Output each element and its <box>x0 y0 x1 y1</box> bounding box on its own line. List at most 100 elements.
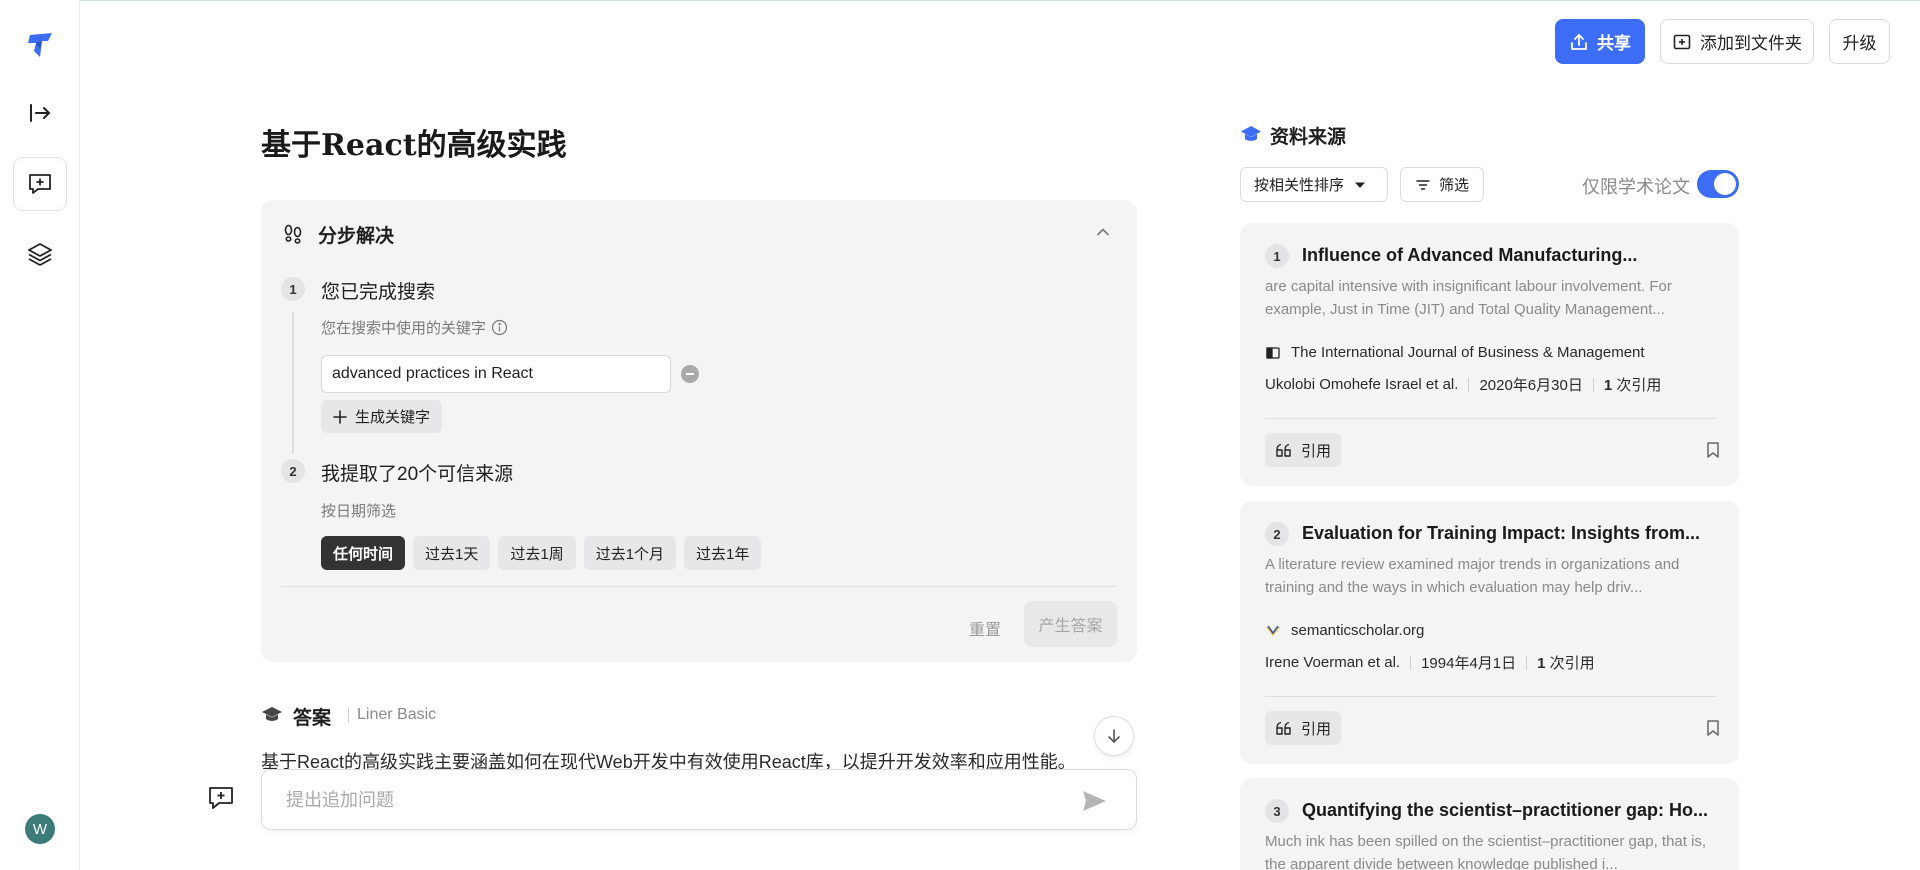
cite-label: 引用 <box>1301 720 1332 738</box>
source-authors: Ukolobi Omohefe Israel et al. <box>1265 376 1459 393</box>
expand-sidebar-icon <box>30 104 51 122</box>
generate-keywords-button[interactable]: 生成关键字 <box>321 400 443 433</box>
date-chip-1-month[interactable]: 过去1个月 <box>583 536 677 570</box>
filter-label: 筛选 <box>1438 177 1469 194</box>
quote-icon <box>1276 443 1291 457</box>
date-chip-any[interactable]: 任何时间 <box>321 536 406 570</box>
follow-up-input[interactable] <box>286 788 1046 812</box>
date-filter-chips: 任何时间 过去1天 过去1周 过去1个月 过去1年 <box>321 536 762 570</box>
source-title[interactable]: Quantifying the scientist–practitioner g… <box>1302 800 1722 821</box>
generate-answer-button[interactable]: 产生答案 <box>1024 601 1117 647</box>
filter-icon <box>1416 179 1430 190</box>
new-chat-button[interactable] <box>13 157 67 211</box>
source-venue: semanticscholar.org <box>1265 622 1424 639</box>
scroll-down-button[interactable] <box>1094 716 1134 756</box>
expand-sidebar-button[interactable] <box>13 86 67 140</box>
source-title[interactable]: Influence of Advanced Manufacturing... <box>1302 245 1722 266</box>
citation-suffix: 次引用 <box>1616 377 1662 394</box>
citation-suffix: 次引用 <box>1549 655 1595 672</box>
answer-title: 答案 <box>293 708 332 729</box>
step-2-title: 我提取了20个可信来源 <box>321 464 514 485</box>
source-venue-name: semanticscholar.org <box>1291 622 1425 639</box>
source-authors: Irene Voerman et al. <box>1265 654 1401 671</box>
keywords-label-text: 您在搜索中使用的关键字 <box>321 320 487 337</box>
source-card: 2 Evaluation for Training Impact: Insigh… <box>1240 501 1739 764</box>
source-number: 2 <box>1265 522 1289 546</box>
liner-logo-icon[interactable] <box>22 27 58 63</box>
cite-button[interactable]: 引用 <box>1265 433 1342 467</box>
date-filter-label-text: 按日期筛选 <box>321 503 397 520</box>
source-venue-name: The International Journal of Business & … <box>1291 344 1645 361</box>
sources-title: 资料来源 <box>1270 127 1347 148</box>
journal-icon <box>1266 346 1280 359</box>
academic-only-toggle[interactable] <box>1697 170 1739 198</box>
step-by-step-panel: 分步解决 1 您已完成搜索 您在搜索中使用的关键字 生成关键字 2 我提取了20… <box>261 200 1137 662</box>
cite-label: 引用 <box>1301 442 1332 460</box>
academic-only-label: 仅限学术论文 <box>1582 177 1690 197</box>
meta-separator <box>1526 655 1528 670</box>
add-to-folder-label: 添加到文件夹 <box>1700 34 1802 53</box>
info-icon[interactable] <box>491 319 508 336</box>
chevron-up-icon[interactable] <box>1093 222 1113 242</box>
answer-separator <box>348 708 349 723</box>
date-chip-1-day[interactable]: 过去1天 <box>413 536 491 570</box>
new-chat-icon <box>29 174 51 194</box>
step-number-1: 1 <box>281 277 305 301</box>
avatar[interactable]: W <box>25 814 55 844</box>
share-button[interactable]: 共享 <box>1555 19 1645 64</box>
left-rail: W <box>0 0 80 870</box>
graduation-cap-blue-icon <box>1241 126 1261 141</box>
citation-count: 1 <box>1537 655 1546 672</box>
avatar-initial: W <box>32 820 48 838</box>
source-snippet: Much ink has been spilled on the scienti… <box>1265 833 1707 870</box>
remove-keyword-button[interactable] <box>681 365 699 383</box>
sort-label: 按相关性排序 <box>1254 177 1345 194</box>
generate-keywords-label: 生成关键字 <box>355 409 431 426</box>
sort-dropdown[interactable]: 按相关性排序 <box>1240 167 1388 202</box>
source-snippet: are capital intensive with insignificant… <box>1265 278 1672 318</box>
source-meta: Irene Voerman et al. 1994年4月1日 1 次引用 <box>1265 652 1595 673</box>
semantic-scholar-icon <box>1266 625 1280 636</box>
source-meta: Ukolobi Omohefe Israel et al. 2020年6月30日… <box>1265 374 1661 395</box>
arrow-down-icon <box>1108 729 1120 744</box>
page-title: 基于React的高级实践 <box>261 128 567 163</box>
filter-button[interactable]: 筛选 <box>1400 167 1484 202</box>
source-venue: The International Journal of Business & … <box>1265 344 1645 361</box>
caret-down-icon <box>1355 182 1366 188</box>
date-chip-1-week[interactable]: 过去1周 <box>498 536 576 570</box>
bookmark-icon[interactable] <box>1703 440 1723 460</box>
step-1-title: 您已完成搜索 <box>321 282 436 303</box>
cite-button[interactable]: 引用 <box>1265 711 1342 745</box>
source-title[interactable]: Evaluation for Training Impact: Insights… <box>1302 523 1722 544</box>
upgrade-button[interactable]: 升级 <box>1829 19 1890 64</box>
add-to-folder-button[interactable]: 添加到文件夹 <box>1660 19 1814 64</box>
citation-count: 1 <box>1603 377 1613 394</box>
step-number-2: 2 <box>281 459 305 483</box>
share-icon <box>1571 33 1587 50</box>
quote-icon <box>1276 721 1291 735</box>
date-chip-1-year[interactable]: 过去1年 <box>684 536 762 570</box>
source-date: 2020年6月30日 <box>1479 377 1583 394</box>
divider <box>281 586 1117 587</box>
answer-model: Liner Basic <box>357 706 437 723</box>
step-by-step-title: 分步解决 <box>318 226 395 247</box>
source-card: 1 Influence of Advanced Manufacturing...… <box>1240 223 1739 486</box>
footsteps-icon <box>284 224 302 244</box>
send-icon[interactable] <box>1080 787 1108 815</box>
graduation-cap-icon <box>262 707 282 721</box>
step-connector <box>292 312 294 454</box>
bookmark-icon[interactable] <box>1703 718 1723 738</box>
meta-separator <box>1410 655 1412 670</box>
source-snippet: A literature review examined major trend… <box>1265 556 1680 596</box>
keyword-input[interactable] <box>321 355 671 393</box>
source-date: 1994年4月1日 <box>1421 655 1517 672</box>
share-label: 共享 <box>1597 34 1631 53</box>
source-citations: 1 次引用 <box>1604 374 1662 395</box>
keywords-label: 您在搜索中使用的关键字 <box>321 317 508 338</box>
folder-add-icon <box>1673 34 1691 49</box>
reset-button[interactable]: 重置 <box>969 616 1001 640</box>
meta-separator <box>1468 377 1470 392</box>
spaces-button[interactable] <box>13 227 67 281</box>
layers-icon <box>28 243 52 266</box>
new-question-icon[interactable] <box>207 784 235 812</box>
